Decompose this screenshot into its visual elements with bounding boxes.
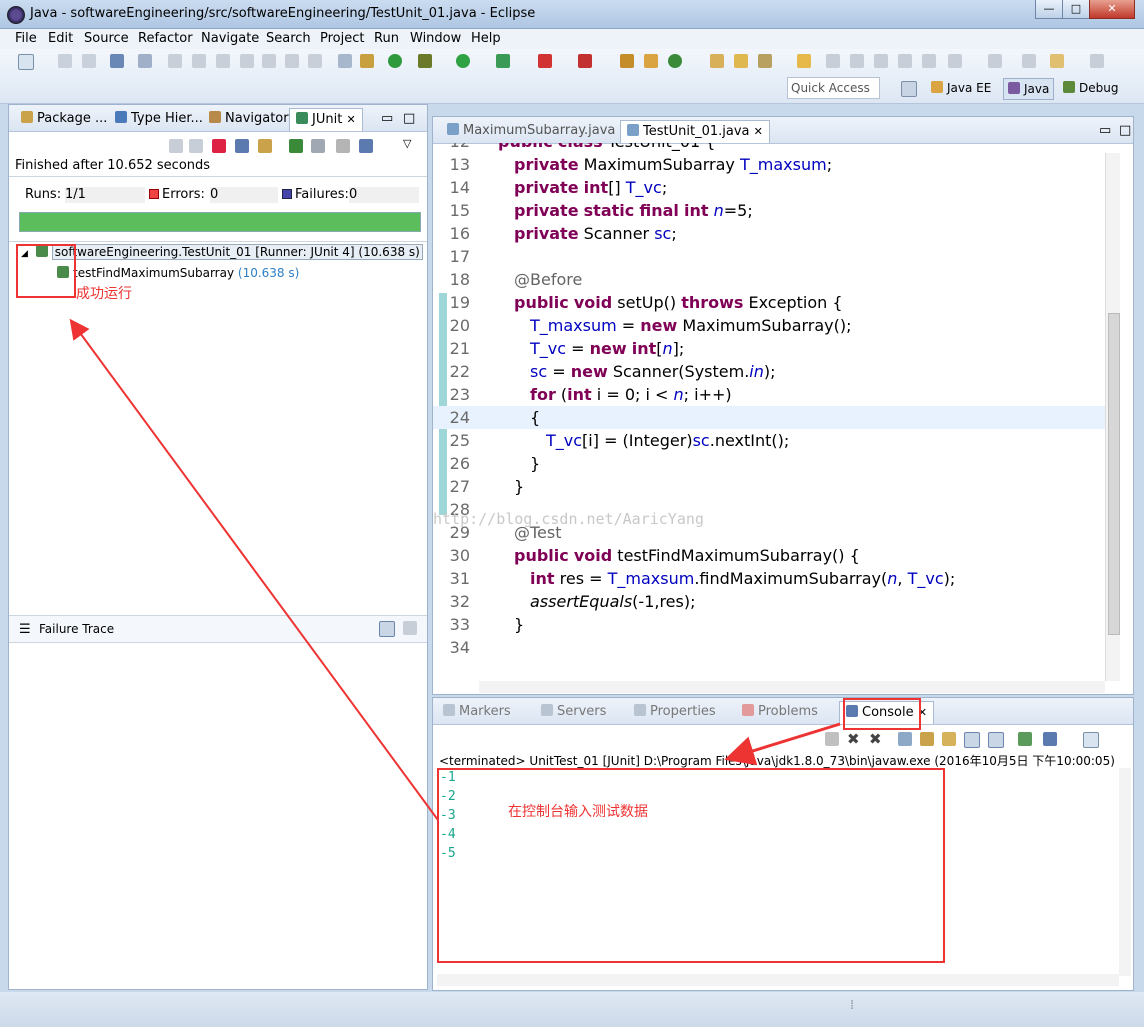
arrow-to-console-header <box>724 722 841 766</box>
status-bar: ⁞ <box>0 992 1144 1027</box>
arrow-to-success <box>69 318 439 821</box>
status-separator: ⁞ <box>850 998 855 1013</box>
annotation-arrows <box>69 318 841 821</box>
